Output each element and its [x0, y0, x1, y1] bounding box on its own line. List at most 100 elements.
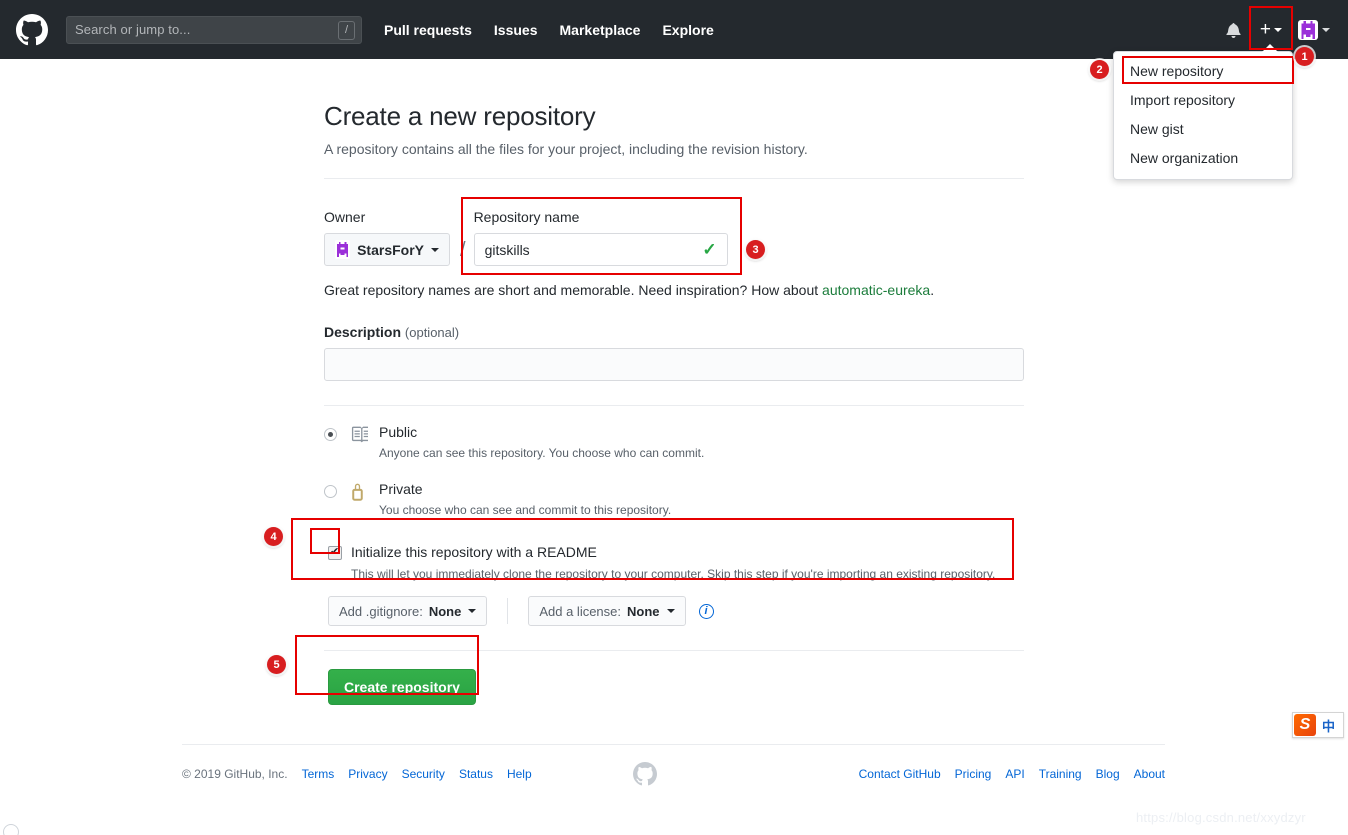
- description-input[interactable]: [324, 348, 1024, 381]
- footer-link-about[interactable]: About: [1134, 767, 1165, 781]
- page-root: Search or jump to... / Pull requests Iss…: [0, 0, 1348, 835]
- footer-link-help[interactable]: Help: [507, 767, 532, 781]
- page-title: Create a new repository: [324, 101, 596, 131]
- footer-link-contact-github[interactable]: Contact GitHub: [859, 767, 941, 781]
- user-menu-button[interactable]: [1298, 19, 1330, 40]
- public-title: Public: [379, 424, 418, 440]
- chevron-down-icon: [431, 247, 439, 252]
- repository-extras-row: Add .gitignore: None Add a license: None…: [328, 596, 1024, 626]
- sogou-logo-icon: S: [1294, 714, 1316, 736]
- owner-select[interactable]: StarsForY: [324, 233, 450, 266]
- footer-right-links: Contact GitHub Pricing API Training Blog…: [859, 767, 1165, 781]
- gitignore-value: None: [428, 603, 462, 619]
- owner-name-separator: /: [460, 239, 466, 261]
- ime-mode-label: 中: [1322, 718, 1336, 734]
- footer-link-blog[interactable]: Blog: [1096, 767, 1120, 781]
- menu-item-new-gist[interactable]: New gist: [1114, 115, 1292, 144]
- initialize-readme-row[interactable]: Initialize this repository with a README…: [328, 544, 1024, 582]
- footer-divider: [182, 744, 1165, 745]
- annotation-badge-4: 4: [264, 527, 283, 546]
- create-repository-button[interactable]: Create repository: [328, 669, 476, 705]
- license-label: Add a license:: [539, 603, 622, 619]
- initialize-readme-checkbox[interactable]: [328, 545, 342, 560]
- lock-icon: [349, 481, 371, 502]
- hint-suffix: .: [930, 282, 935, 298]
- search-placeholder: Search or jump to...: [75, 22, 191, 37]
- info-circle-icon[interactable]: i: [698, 603, 714, 619]
- owner-label: Owner: [324, 209, 366, 225]
- chevron-down-icon: [1322, 27, 1330, 32]
- owner-field-group: Owner StarsForY: [324, 209, 450, 266]
- repository-name-field-group: Repository name gitskills ✓: [473, 209, 728, 266]
- public-option-text: Public Anyone can see this repository. Y…: [379, 424, 704, 461]
- github-mark-icon[interactable]: [16, 13, 48, 46]
- new-repository-form: Create a new repository A repository con…: [324, 59, 1024, 705]
- initialize-readme-text: Initialize this repository with a README…: [351, 544, 995, 582]
- github-mark-footer-icon: [632, 762, 657, 786]
- description-label-text: Description: [324, 324, 402, 340]
- menu-item-new-organization[interactable]: New organization: [1114, 144, 1292, 173]
- green-check-icon: ✓: [702, 240, 717, 259]
- search-input[interactable]: Search or jump to... /: [66, 15, 362, 44]
- nav-issues[interactable]: Issues: [494, 22, 538, 38]
- gitignore-label: Add .gitignore:: [339, 603, 423, 619]
- public-description: Anyone can see this repository. You choo…: [379, 446, 705, 460]
- private-title: Private: [379, 481, 423, 497]
- watermark-text: https://blog.csdn.net/xxydzyr: [1136, 810, 1306, 825]
- repository-name-value: gitskills: [484, 241, 530, 258]
- visibility-option-private[interactable]: Private You choose who can see and commi…: [324, 481, 1024, 518]
- nav-pull-requests[interactable]: Pull requests: [384, 22, 472, 38]
- user-identicon-avatar: [1298, 19, 1318, 40]
- footer-link-status[interactable]: Status: [459, 767, 493, 781]
- sogou-ime-indicator[interactable]: S 中: [1292, 712, 1344, 738]
- chevron-down-icon: [1274, 27, 1282, 32]
- divider: [324, 405, 1024, 406]
- annotation-badge-5: 5: [267, 655, 286, 674]
- public-radio[interactable]: [324, 428, 337, 441]
- notification-bell-icon[interactable]: [1217, 15, 1251, 45]
- scroll-artifact: [3, 824, 19, 835]
- create-new-dropdown-menu: New repository Import repository New gis…: [1113, 44, 1293, 180]
- owner-name: StarsForY: [357, 241, 424, 258]
- nav-explore[interactable]: Explore: [662, 22, 713, 38]
- divider: [324, 650, 1024, 651]
- chevron-down-icon: [666, 609, 675, 613]
- visibility-option-public[interactable]: Public Anyone can see this repository. Y…: [324, 424, 1024, 461]
- menu-item-import-repository[interactable]: Import repository: [1114, 86, 1292, 115]
- initialize-readme-description: This will let you immediately clone the …: [351, 567, 996, 581]
- gitignore-select[interactable]: Add .gitignore: None: [328, 596, 488, 626]
- page-subtitle: A repository contains all the files for …: [324, 141, 808, 157]
- private-radio[interactable]: [324, 485, 337, 498]
- hint-suggestion-link[interactable]: automatic-eureka: [822, 282, 930, 298]
- plus-icon: +: [1259, 18, 1271, 40]
- description-optional-text: (optional): [404, 325, 460, 340]
- owner-identicon-avatar: [335, 240, 351, 259]
- dropdown-arrow-tip: [1262, 44, 1278, 52]
- description-label: Description (optional): [324, 324, 1024, 340]
- footer-link-api[interactable]: API: [1005, 767, 1024, 781]
- menu-item-new-repository[interactable]: New repository: [1114, 57, 1292, 86]
- divider: [324, 178, 1024, 179]
- primary-nav: Pull requests Issues Marketplace Explore: [384, 22, 714, 38]
- footer-link-security[interactable]: Security: [402, 767, 445, 781]
- annotation-badge-2: 2: [1090, 60, 1109, 79]
- create-new-menu-button[interactable]: +: [1253, 19, 1288, 41]
- repository-name-label: Repository name: [473, 209, 580, 225]
- footer-link-terms[interactable]: Terms: [302, 767, 335, 781]
- annotation-badge-1: 1: [1295, 47, 1314, 66]
- license-value: None: [627, 603, 660, 619]
- page-footer: © 2019 GitHub, Inc. Terms Privacy Securi…: [182, 762, 1165, 786]
- owner-and-name-row: Owner StarsForY / Repository name gitski…: [324, 209, 1024, 266]
- footer-link-privacy[interactable]: Privacy: [348, 767, 387, 781]
- chevron-down-icon: [468, 609, 477, 613]
- repository-name-input[interactable]: gitskills ✓: [473, 233, 728, 266]
- footer-left-links: © 2019 GitHub, Inc. Terms Privacy Securi…: [182, 767, 532, 781]
- footer-link-pricing[interactable]: Pricing: [955, 767, 992, 781]
- annotation-badge-3: 3: [746, 240, 765, 259]
- license-select[interactable]: Add a license: None: [528, 596, 686, 626]
- footer-link-training[interactable]: Training: [1039, 767, 1082, 781]
- initialize-readme-title: Initialize this repository with a README: [351, 544, 597, 560]
- private-description: You choose who can see and commit to thi…: [379, 503, 672, 517]
- nav-marketplace[interactable]: Marketplace: [560, 22, 641, 38]
- submit-row: Create repository: [328, 669, 1024, 705]
